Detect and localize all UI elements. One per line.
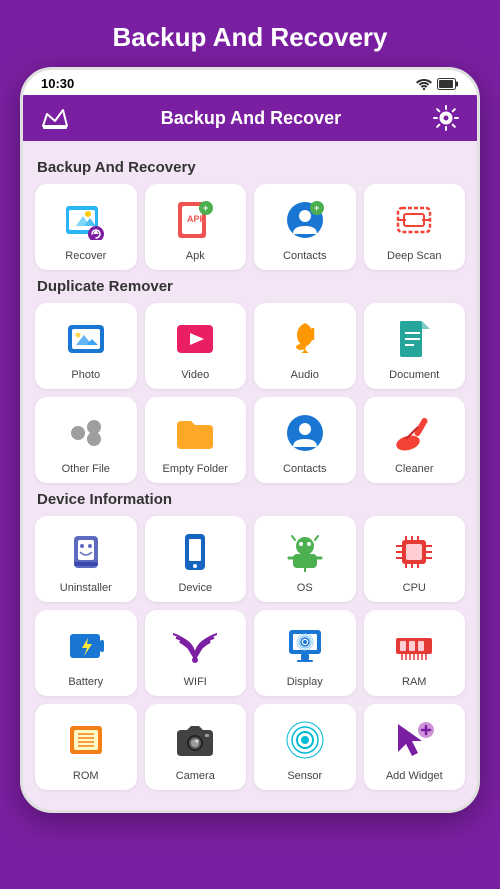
- grid-item-video[interactable]: Video: [145, 303, 247, 389]
- grid-item-cleaner[interactable]: Cleaner: [364, 397, 466, 483]
- wifi-label: WIFI: [184, 676, 207, 688]
- battery-label: Battery: [68, 676, 103, 688]
- rom-label: ROM: [73, 770, 99, 782]
- photo-label: Photo: [71, 369, 100, 381]
- recover-icon-box: [62, 196, 110, 244]
- phone-frame: 10:30 Backup And Recover: [20, 67, 480, 813]
- svg-text:+: +: [203, 203, 208, 213]
- grid-item-empty-folder[interactable]: Empty Folder: [145, 397, 247, 483]
- contacts-backup-label: Contacts: [283, 250, 326, 262]
- battery-icon: [64, 626, 108, 666]
- grid-duplicate: Photo Video: [35, 303, 465, 483]
- recover-icon: [64, 200, 108, 240]
- camera-icon: [173, 720, 217, 760]
- grid-item-add-widget[interactable]: Add Widget: [364, 704, 466, 790]
- sensor-label: Sensor: [287, 770, 322, 782]
- display-icon: [283, 626, 327, 666]
- ram-label: RAM: [402, 676, 426, 688]
- cpu-icon: [392, 532, 436, 572]
- grid-item-document[interactable]: Document: [364, 303, 466, 389]
- display-label: Display: [287, 676, 323, 688]
- camera-label: Camera: [176, 770, 215, 782]
- grid-item-sensor[interactable]: Sensor: [254, 704, 356, 790]
- video-icon: [173, 319, 217, 359]
- contacts-dup-icon: [283, 413, 327, 453]
- device-icon: [173, 532, 217, 572]
- grid-device: Uninstaller Device: [35, 516, 465, 790]
- crown-icon: [41, 106, 69, 130]
- apk-label: Apk: [186, 250, 205, 262]
- section-label-backup: Backup And Recovery: [37, 159, 465, 176]
- recover-label: Recover: [65, 250, 106, 262]
- app-bar-title: Backup And Recover: [161, 108, 341, 129]
- grid-item-recover[interactable]: Recover: [35, 184, 137, 270]
- time: 10:30: [41, 76, 74, 91]
- grid-item-battery[interactable]: Battery: [35, 610, 137, 696]
- other-file-label: Other File: [62, 463, 110, 475]
- audio-icon: [283, 319, 327, 359]
- grid-item-uninstaller[interactable]: Uninstaller: [35, 516, 137, 602]
- add-widget-icon: [392, 720, 436, 760]
- os-label: OS: [297, 582, 313, 594]
- battery-status-icon: [437, 78, 459, 90]
- grid-item-audio[interactable]: Audio: [254, 303, 356, 389]
- other-file-icon: [64, 413, 108, 453]
- uninstaller-label: Uninstaller: [60, 582, 112, 594]
- settings-icon[interactable]: [433, 105, 459, 131]
- svg-text:APK: APK: [187, 214, 207, 224]
- empty-folder-icon: [173, 413, 217, 453]
- grid-item-camera[interactable]: Camera: [145, 704, 247, 790]
- contacts-backup-icon-box: +: [281, 196, 329, 244]
- grid-item-os[interactable]: OS: [254, 516, 356, 602]
- document-label: Document: [389, 369, 439, 381]
- document-icon: [392, 319, 436, 359]
- rom-icon: [64, 720, 108, 760]
- grid-item-ram[interactable]: RAM: [364, 610, 466, 696]
- wifi-icon: [173, 626, 217, 666]
- photo-icon: [64, 319, 108, 359]
- deep-scan-label: Deep Scan: [387, 250, 441, 262]
- contacts-dup-label: Contacts: [283, 463, 326, 475]
- grid-item-contacts-backup[interactable]: + Contacts: [254, 184, 356, 270]
- grid-item-wifi[interactable]: WIFI: [145, 610, 247, 696]
- content: Backup And Recovery: [23, 141, 477, 810]
- page-title: Backup And Recovery: [112, 0, 387, 67]
- grid-item-other-file[interactable]: Other File: [35, 397, 137, 483]
- deep-scan-icon: [392, 200, 436, 240]
- ram-icon: [392, 626, 436, 666]
- section-label-device: Device Information: [37, 491, 465, 508]
- svg-text:+: +: [314, 203, 319, 213]
- grid-item-device[interactable]: Device: [145, 516, 247, 602]
- status-bar: 10:30: [23, 70, 477, 95]
- deep-scan-icon-box: [390, 196, 438, 244]
- grid-item-cpu[interactable]: CPU: [364, 516, 466, 602]
- grid-backup: Recover APK + Apk: [35, 184, 465, 270]
- grid-item-contacts-dup[interactable]: Contacts: [254, 397, 356, 483]
- apk-icon-box: APK +: [171, 196, 219, 244]
- wifi-status-icon: [416, 78, 432, 90]
- app-bar: Backup And Recover: [23, 95, 477, 141]
- grid-item-rom[interactable]: ROM: [35, 704, 137, 790]
- contacts-backup-icon: +: [283, 200, 327, 240]
- audio-label: Audio: [291, 369, 319, 381]
- add-widget-label: Add Widget: [386, 770, 443, 782]
- empty-folder-label: Empty Folder: [163, 463, 228, 475]
- os-icon: [283, 532, 327, 572]
- apk-icon: APK +: [173, 200, 217, 240]
- sensor-icon: [283, 720, 327, 760]
- device-label: Device: [178, 582, 212, 594]
- grid-item-photo[interactable]: Photo: [35, 303, 137, 389]
- cpu-label: CPU: [403, 582, 426, 594]
- uninstaller-icon: [64, 532, 108, 572]
- status-icons: [416, 78, 459, 90]
- grid-item-deep-scan[interactable]: Deep Scan: [364, 184, 466, 270]
- cleaner-label: Cleaner: [395, 463, 434, 475]
- section-label-duplicate: Duplicate Remover: [37, 278, 465, 295]
- video-label: Video: [181, 369, 209, 381]
- grid-item-display[interactable]: Display: [254, 610, 356, 696]
- cleaner-icon: [392, 413, 436, 453]
- grid-item-apk[interactable]: APK + Apk: [145, 184, 247, 270]
